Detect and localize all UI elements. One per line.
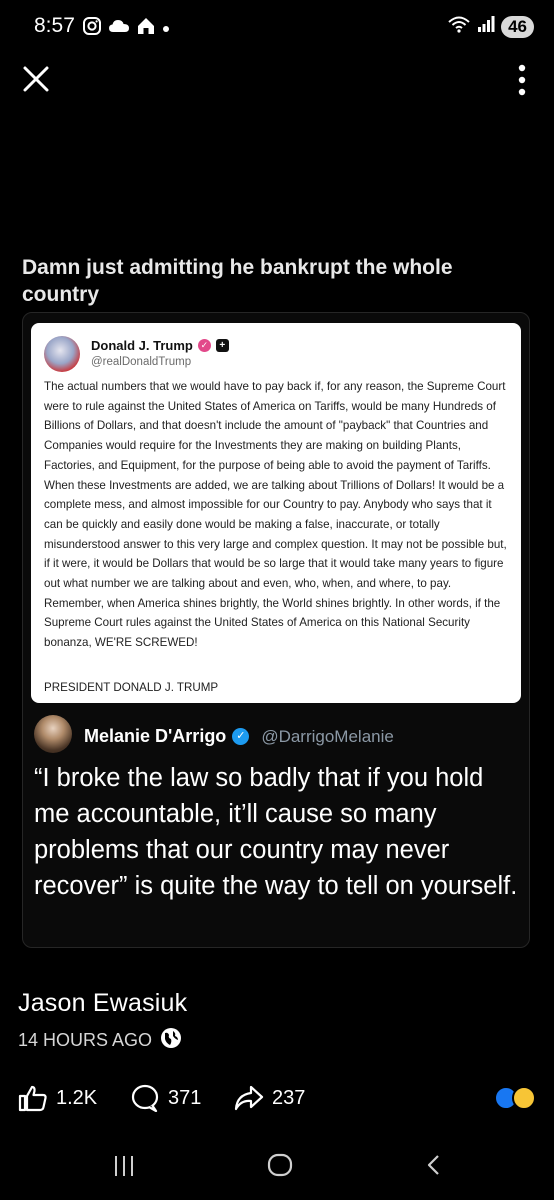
status-bar: 8:57 46 — [0, 10, 554, 44]
home-icon — [136, 16, 156, 41]
cloud-icon — [108, 18, 130, 39]
thumbs-up-icon — [18, 1085, 47, 1112]
notification-icons — [82, 16, 170, 41]
tweet-author-handle: @DarrigoMelanie — [261, 726, 394, 746]
share-icon — [234, 1085, 264, 1111]
truth-author-name-text: Donald J. Trump — [91, 338, 193, 353]
comment-count: 371 — [168, 1086, 202, 1109]
like-button[interactable]: 1.2K — [18, 1084, 97, 1112]
share-count: 237 — [272, 1086, 306, 1109]
truth-author-name: Donald J. Trump ✓ + — [91, 338, 229, 353]
status-time: 8:57 — [34, 14, 75, 37]
close-icon — [23, 66, 49, 92]
globe-icon — [160, 1027, 182, 1054]
avatar — [44, 336, 80, 372]
back-chevron-icon — [427, 1155, 439, 1175]
post-caption: Damn just admitting he bankrupt the whol… — [22, 256, 453, 306]
home-button[interactable] — [266, 1150, 294, 1185]
truth-post-signature: PRESIDENT DONALD J. TRUMP — [44, 681, 219, 694]
close-button[interactable] — [20, 62, 52, 96]
truth-post-body: The actual numbers that we would have to… — [44, 380, 507, 650]
instagram-icon — [82, 16, 102, 41]
post-time-text: 14 HOURS AGO — [18, 1030, 153, 1050]
system-navigation-bar — [0, 1146, 554, 1186]
recent-apps-icon — [115, 1156, 133, 1176]
more-options-button[interactable] — [516, 63, 528, 97]
tweet-author-name: Melanie D'Arrigo — [84, 726, 227, 746]
back-button[interactable] — [424, 1150, 444, 1185]
reaction-summary[interactable] — [494, 1086, 536, 1110]
verified-badge-icon: ✓ — [232, 728, 250, 745]
truth-social-post: Donald J. Trump ✓ + @realDonaldTrump The… — [31, 323, 521, 703]
comment-icon — [131, 1084, 159, 1112]
share-button[interactable]: 237 — [234, 1084, 305, 1112]
more-vertical-icon — [518, 64, 526, 96]
home-circle-icon — [267, 1153, 293, 1177]
tweet-author: Melanie D'Arrigo ✓ @DarrigoMelanie — [84, 726, 394, 747]
tweet-text: “I broke the law so badly that if you ho… — [34, 764, 518, 900]
like-count: 1.2K — [56, 1086, 98, 1109]
post-author-name[interactable]: Jason Ewasiuk — [18, 989, 187, 1018]
laugh-reaction-icon — [512, 1086, 536, 1110]
truth-author-handle: @realDonaldTrump — [91, 356, 192, 368]
comment-button[interactable]: 371 — [130, 1084, 201, 1112]
avatar — [34, 715, 72, 753]
plus-badge-icon: + — [215, 339, 229, 352]
recent-apps-button[interactable] — [112, 1150, 136, 1185]
status-right: 46 — [447, 14, 534, 39]
battery-indicator: 46 — [501, 15, 534, 38]
wifi-6-icon — [447, 14, 471, 39]
verified-badge-icon: ✓ — [197, 339, 211, 352]
dot-icon — [162, 20, 170, 38]
signal-icon — [477, 15, 495, 38]
post-timestamp: 14 HOURS AGO — [18, 1027, 182, 1054]
reaction-bar: 1.2K 371 237 — [0, 1084, 554, 1118]
